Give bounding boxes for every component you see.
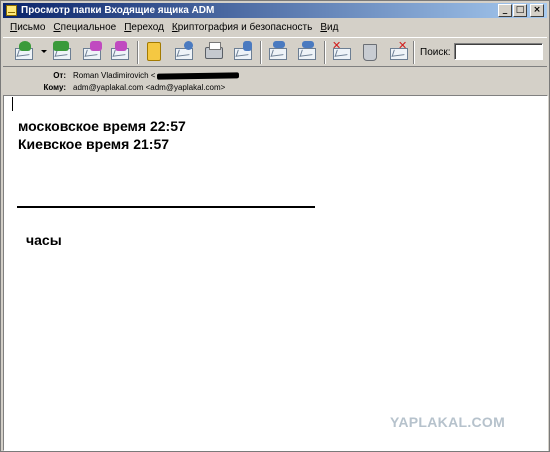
site-watermark: YAPLAKAL.COM: [390, 414, 506, 430]
search-input[interactable]: [454, 43, 543, 60]
note-button[interactable]: [143, 41, 165, 63]
menu-special[interactable]: Специальное: [50, 22, 119, 33]
toolbar-separator: [137, 41, 139, 64]
menu-letter[interactable]: Письмо: [7, 22, 48, 33]
get-mail-button[interactable]: [13, 41, 35, 63]
maximize-button[interactable]: □: [513, 4, 527, 17]
redacted-email: [157, 72, 240, 80]
kiev-time-line: Киевское время 21:57: [18, 136, 170, 152]
moscow-time-line: московское время 22:57: [18, 118, 186, 134]
app-icon: [6, 5, 17, 16]
previous-message-icon: [269, 48, 287, 60]
note-icon: [147, 42, 161, 61]
from-label: От:: [53, 71, 66, 80]
minimize-button[interactable]: _: [498, 4, 512, 17]
print-button[interactable]: [203, 41, 225, 63]
forward-button[interactable]: [81, 41, 103, 63]
close-button[interactable]: ×: [530, 4, 544, 17]
horizontal-rule: [17, 206, 315, 208]
from-value[interactable]: Roman Vladimirovich <: [73, 70, 240, 82]
purple-down-arrow-icon: [115, 41, 127, 51]
reply-all-button[interactable]: [51, 41, 73, 63]
menu-go[interactable]: Переход: [121, 22, 167, 33]
signature-line: часы: [26, 232, 62, 248]
menu-crypto-security[interactable]: Криптография и безопасность: [169, 22, 315, 33]
toolbar: ✕ ✕ Поиск:: [3, 37, 547, 67]
search-mail-button[interactable]: [173, 41, 195, 63]
blue-arrow-up-icon: [273, 41, 285, 48]
window-title: Просмотр папки Входящие ящика ADM: [21, 5, 215, 16]
text-cursor: [12, 97, 13, 111]
to-value[interactable]: adm@yaplakal.com <adm@yaplakal.com>: [73, 82, 225, 94]
trash-button[interactable]: [359, 41, 381, 63]
redirect-button[interactable]: [109, 41, 131, 63]
menu-bar: Письмо Специальное Переход Криптография …: [3, 19, 547, 36]
purple-arrow-icon: [90, 41, 102, 51]
trash-icon: [363, 44, 377, 61]
blue-arrow-down-icon: [302, 41, 314, 48]
red-x-icon: ✕: [332, 39, 342, 52]
from-name: Roman Vladimirovich <: [73, 71, 156, 80]
toolbar-separator: [260, 41, 262, 64]
spam-button[interactable]: ✕: [388, 39, 410, 63]
chevron-down-icon[interactable]: [41, 50, 47, 53]
delete-mail-button[interactable]: ✕: [331, 39, 353, 63]
magnifier-icon: [184, 41, 193, 50]
search-mail-icon: [175, 48, 193, 60]
previous-message-button[interactable]: [267, 41, 289, 63]
next-message-button[interactable]: [296, 41, 318, 63]
message-body[interactable]: московское время 22:57 Киевское время 21…: [3, 95, 548, 451]
toolbar-separator: [324, 41, 326, 64]
toolbar-separator: [413, 41, 415, 64]
title-bar: Просмотр папки Входящие ящика ADM _ □ ×: [3, 3, 547, 18]
message-header: От: Roman Vladimirovich < Кому: adm@yapl…: [3, 68, 547, 95]
print-icon: [205, 42, 223, 59]
next-message-icon: [298, 48, 316, 60]
green-arrow-icon: [19, 41, 31, 51]
disk-icon: [243, 41, 252, 51]
search-label: Поиск:: [420, 47, 451, 58]
red-x-icon: ✕: [398, 39, 408, 52]
to-label: Кому:: [43, 83, 66, 92]
mail-viewer-window: Просмотр папки Входящие ящика ADM _ □ × …: [0, 0, 550, 452]
green-double-arrow-icon: [53, 41, 69, 51]
save-mail-button[interactable]: [232, 41, 254, 63]
menu-view[interactable]: Вид: [317, 22, 341, 33]
